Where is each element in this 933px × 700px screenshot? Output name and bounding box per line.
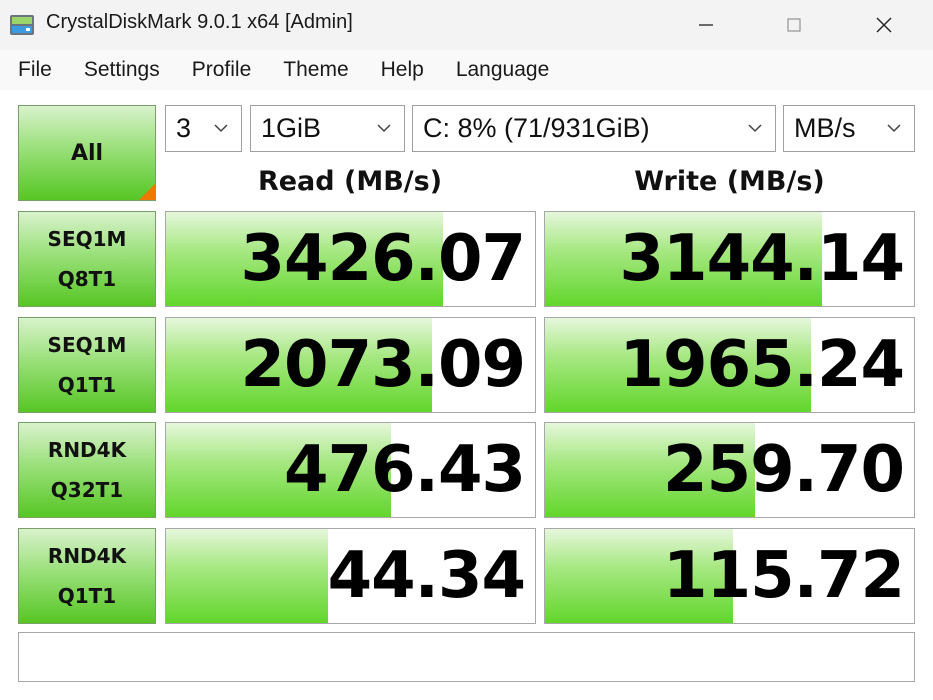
test-name-line1: SEQ1M (47, 333, 127, 357)
test-count-select[interactable]: 3 (165, 105, 242, 152)
test-name-line1: SEQ1M (47, 227, 127, 251)
write-result-value: 1965.24 (619, 328, 905, 402)
maximize-button[interactable] (748, 0, 840, 50)
read-result-rnd4k-q32t1: 476.43 (165, 422, 536, 518)
read-result-seq1m-q8t1: 3426.07 (165, 211, 536, 307)
test-name-line2: Q1T1 (57, 373, 117, 397)
minimize-button[interactable] (660, 0, 752, 50)
menu-help[interactable]: Help (363, 58, 438, 82)
menu-language[interactable]: Language (438, 58, 563, 82)
read-result-value: 2073.09 (240, 328, 526, 402)
all-tests-button[interactable]: All (18, 105, 156, 201)
test-button-rnd4k-q32t1[interactable]: RND4K Q32T1 (18, 422, 156, 518)
read-result-value: 476.43 (284, 433, 526, 507)
test-size-select[interactable]: 1GiB (250, 105, 405, 152)
write-result-seq1m-q8t1: 3144.14 (544, 211, 915, 307)
window-title: CrystalDiskMark 9.0.1 x64 [Admin] (46, 11, 353, 33)
title-bar: CrystalDiskMark 9.0.1 x64 [Admin] (0, 0, 933, 50)
chevron-down-icon (214, 124, 228, 133)
drive-value: C: 8% (71/931GiB) (423, 113, 650, 143)
read-result-value: 3426.07 (240, 222, 526, 296)
crystaldiskmark-app-icon (10, 15, 34, 35)
write-result-rnd4k-q32t1: 259.70 (544, 422, 915, 518)
corner-indicator (139, 184, 155, 200)
test-count-value: 3 (176, 113, 192, 143)
test-button-seq1m-q1t1[interactable]: SEQ1M Q1T1 (18, 317, 156, 413)
write-column-header: Write (MB/s) (634, 166, 825, 197)
write-result-value: 3144.14 (619, 222, 905, 296)
all-button-label: All (70, 140, 104, 166)
read-column-header: Read (MB/s) (257, 166, 443, 197)
test-name-line2: Q32T1 (50, 478, 124, 502)
write-result-value: 259.70 (663, 433, 905, 507)
menu-file[interactable]: File (0, 58, 66, 82)
test-button-seq1m-q8t1[interactable]: SEQ1M Q8T1 (18, 211, 156, 307)
test-name-line2: Q1T1 (57, 584, 117, 608)
chevron-down-icon (377, 124, 391, 133)
close-button[interactable] (838, 0, 930, 50)
menu-profile[interactable]: Profile (174, 58, 266, 82)
menu-theme[interactable]: Theme (265, 58, 362, 82)
minimize-icon (699, 24, 713, 26)
write-result-value: 115.72 (663, 539, 905, 613)
read-result-rnd4k-q1t1: 44.34 (165, 528, 536, 624)
unit-value: MB/s (794, 113, 856, 143)
read-result-bar (166, 529, 329, 623)
maximize-icon (787, 18, 801, 32)
unit-select[interactable]: MB/s (783, 105, 915, 152)
read-result-value: 44.34 (327, 539, 526, 613)
close-icon (876, 17, 892, 33)
test-size-value: 1GiB (261, 113, 322, 143)
write-result-seq1m-q1t1: 1965.24 (544, 317, 915, 413)
drive-select[interactable]: C: 8% (71/931GiB) (412, 105, 776, 152)
menu-settings[interactable]: Settings (66, 58, 174, 82)
comment-input[interactable] (18, 632, 915, 682)
chevron-down-icon (887, 124, 901, 133)
menu-bar: File Settings Profile Theme Help Languag… (0, 50, 933, 90)
test-button-rnd4k-q1t1[interactable]: RND4K Q1T1 (18, 528, 156, 624)
test-name-line2: Q8T1 (57, 267, 117, 291)
write-result-rnd4k-q1t1: 115.72 (544, 528, 915, 624)
test-name-line1: RND4K (47, 544, 127, 568)
chevron-down-icon (748, 124, 762, 133)
test-name-line1: RND4K (47, 438, 127, 462)
read-result-seq1m-q1t1: 2073.09 (165, 317, 536, 413)
